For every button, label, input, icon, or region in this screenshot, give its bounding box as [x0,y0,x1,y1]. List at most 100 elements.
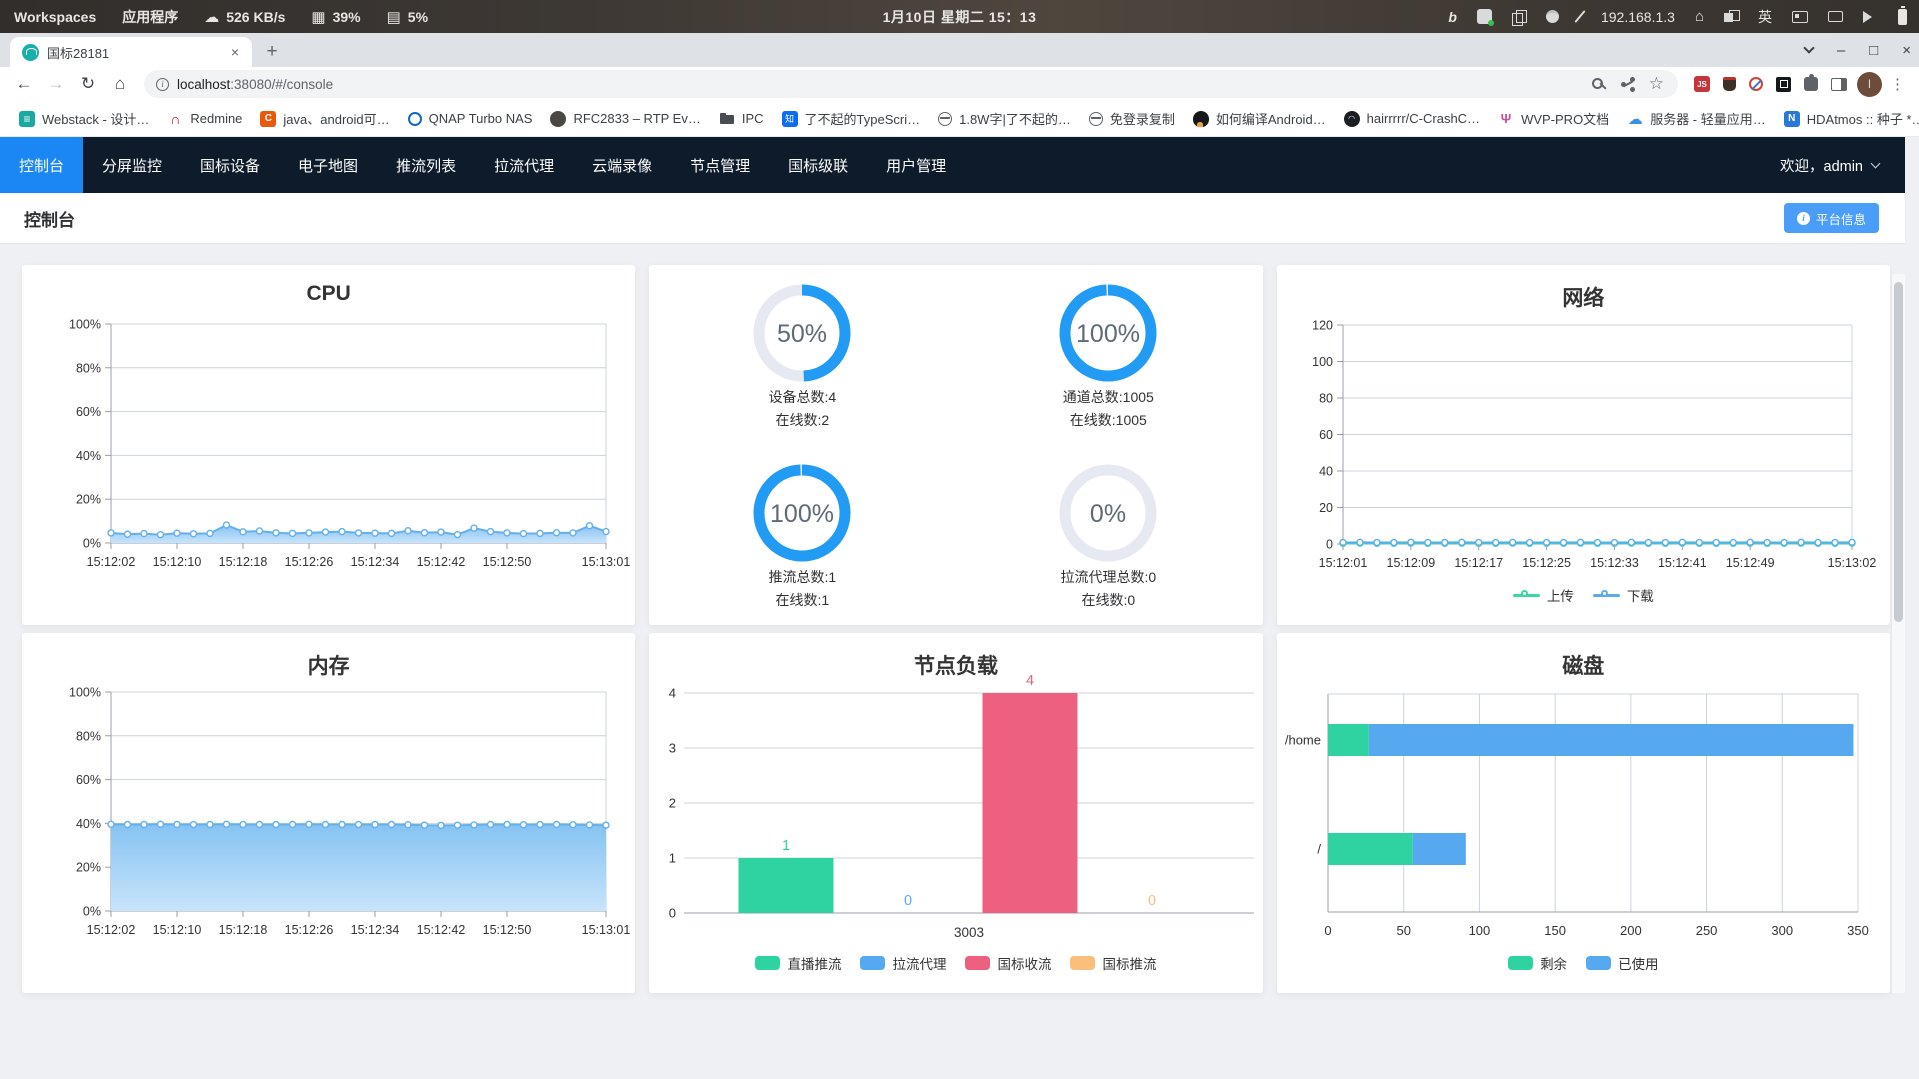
svg-text:120: 120 [1312,319,1333,333]
nav-item-6[interactable]: 云端录像 [573,137,671,193]
cup-extension-icon[interactable] [1723,77,1736,91]
legend-item[interactable]: 拉流代理 [860,953,946,973]
back-button[interactable]: ← [10,70,38,98]
bookmark-label: 了不起的TypeScri… [804,112,921,127]
profile-avatar[interactable]: l [1857,71,1882,97]
scrollbar-thumb[interactable] [1894,282,1903,622]
workspaces-button[interactable]: Workspaces [14,9,96,25]
legend-label: 上传 [1546,589,1574,604]
nav-item-5[interactable]: 拉流代理 [475,137,573,193]
bookmark-item[interactable]: java、android可… [251,106,398,132]
new-tab-button[interactable]: + [258,38,286,66]
panel-node-load: 节点负载 0 1 2 3 4 1 0 4 0 3003 直播推流 拉流代理 国标收流 国标推流 [649,633,1263,993]
screenshot-extension-icon[interactable] [1776,76,1791,92]
bookmark-item[interactable]: HDAtmos :: 种子 *… [1775,106,1919,132]
clipboard-tray-icon[interactable] [1511,9,1527,26]
legend-item[interactable]: 国标收流 [965,953,1051,973]
legend-item[interactable]: 直播推流 [755,953,841,973]
svg-text:80: 80 [1319,392,1333,406]
panel-cpu: CPU 0% 20% 40% 60% 80% 100% 15:12:02 15:12:10 15… [22,265,636,625]
legend-label: 国标推流 [1102,957,1157,972]
url-text[interactable]: localhost:38080/#/console [177,77,1584,92]
svg-text:15:12:02: 15:12:02 [87,555,136,569]
reload-button[interactable]: ↻ [74,70,102,98]
legend-item[interactable]: 下载 [1592,585,1654,605]
line-marker-icon [1512,589,1540,601]
window-close-button[interactable]: × [1902,42,1911,59]
svg-text:15:12:42: 15:12:42 [417,555,466,569]
image-viewer-tray-icon[interactable] [1476,9,1494,26]
bookmark-item[interactable]: RFC2833 – RTP Ev… [541,106,709,132]
password-key-icon[interactable] [1591,77,1607,92]
bookmark-star-icon[interactable]: ☆ [1649,74,1664,94]
tab-search-chevron-icon[interactable] [1803,42,1815,54]
platform-info-button[interactable]: i 平台信息 [1783,203,1879,233]
page-scrollbar[interactable] [1891,274,1905,993]
clock[interactable]: 1月10日 星期二 15：13 [883,7,1037,27]
adblock-extension-icon[interactable] [1749,77,1763,91]
bookmark-label: IPC [741,111,764,126]
js-extension-icon[interactable]: JS [1694,76,1710,92]
window-minimize-button[interactable]: – [1837,42,1845,59]
svg-text:4: 4 [669,686,676,701]
tool-tray-icon[interactable] [1574,10,1586,23]
applications-menu[interactable]: 应用程序 [122,7,178,27]
stat-online-label: 在线数:1 [775,591,830,608]
home-tray-icon[interactable]: ⌂ [1695,8,1704,25]
address-bar[interactable]: i localhost:38080/#/console ☆ [144,70,1678,98]
svg-text:15:12:10: 15:12:10 [153,923,202,937]
ime-indicator[interactable]: 英 [1758,7,1772,27]
site-info-icon[interactable]: i [156,77,169,91]
bing-tray-icon[interactable]: b [1448,9,1457,25]
keyboard-tray-icon[interactable] [1792,10,1808,23]
svg-text:3: 3 [669,741,676,756]
github-favicon-icon [1343,110,1360,127]
share-icon[interactable] [1620,77,1635,91]
nav-item-2[interactable]: 国标设备 [181,137,279,193]
browser-menu-icon[interactable]: ⋮ [1886,75,1909,93]
svg-text:20%: 20% [76,861,101,875]
window-maximize-button[interactable]: □ [1869,42,1878,59]
bookmark-item[interactable]: 免登录复制 [1080,106,1184,132]
chevron-down-icon [1870,158,1881,169]
bookmark-item[interactable]: IPC [710,106,773,132]
bookmark-item[interactable]: 服务器 - 轻量应用… [1618,106,1775,132]
n-favicon-icon [1783,110,1800,127]
extensions-puzzle-icon[interactable] [1804,74,1818,91]
bookmark-label: 1.8W字|了不起的… [959,112,1071,127]
legend-item[interactable]: 剩余 [1508,953,1567,973]
bookmark-item[interactable]: 如何编译Android… [1184,106,1335,132]
legend-item[interactable]: 已使用 [1586,953,1659,973]
side-panel-icon[interactable] [1831,77,1847,91]
display-tray-icon[interactable] [1828,11,1843,22]
nav-item-3[interactable]: 电子地图 [279,137,377,193]
legend-item[interactable]: 上传 [1512,585,1574,605]
nav-item-0[interactable]: 控制台 [0,137,84,193]
bookmark-item[interactable]: 1.8W字|了不起的… [929,106,1080,132]
user-menu[interactable]: 欢迎，admin [1780,155,1905,176]
home-button[interactable]: ⌂ [106,70,134,98]
stat-online-label: 在线数:0 [1081,591,1136,608]
svg-text:3003: 3003 [954,925,984,940]
bookmark-item[interactable]: 了不起的TypeScri… [773,106,930,132]
legend-item[interactable]: 国标推流 [1070,953,1156,973]
tab-close-icon[interactable]: × [226,43,244,61]
bookmark-item[interactable]: QNAP Turbo NAS [399,106,542,132]
nav-item-8[interactable]: 国标级联 [769,137,867,193]
forward-button[interactable]: → [42,70,70,98]
nav-item-9[interactable]: 用户管理 [867,137,965,193]
nav-item-7[interactable]: 节点管理 [671,137,769,193]
svg-text:15:12:50: 15:12:50 [483,923,532,937]
ip-address-indicator[interactable]: 192.168.1.3 [1601,9,1675,25]
bookmark-item[interactable]: WVP-PRO文档 [1489,106,1618,132]
bookmark-item[interactable]: Redmine [158,106,251,132]
app-tray-icon[interactable] [1545,10,1559,23]
volume-tray-icon[interactable] [1863,10,1878,23]
windows-tray-icon[interactable] [1724,10,1740,23]
nav-item-4[interactable]: 推流列表 [377,137,475,193]
bookmark-item[interactable]: hairrrrr/C-CrashC… [1335,106,1489,132]
browser-tab[interactable]: 国标28181 × [10,37,252,67]
nav-item-1[interactable]: 分屏监控 [83,137,181,193]
bookmark-item[interactable]: Webstack - 设计… [10,106,158,132]
page-title: 控制台 [24,210,75,230]
